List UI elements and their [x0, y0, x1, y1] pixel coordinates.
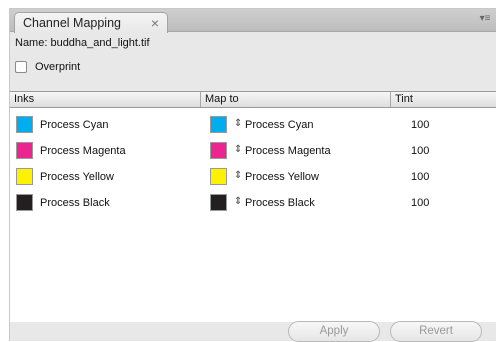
ink-swatch [16, 116, 33, 133]
column-header-map-to[interactable]: Map to [201, 92, 391, 107]
map-to-select[interactable]: Process Magenta [245, 145, 331, 157]
ink-swatch [16, 142, 33, 159]
ink-swatch [16, 194, 33, 211]
overprint-option[interactable]: Overprint [15, 59, 80, 75]
ink-swatch [16, 168, 33, 185]
channel-table: Inks Map to Tint Process Cyan ⇕ Process … [10, 91, 496, 322]
table-row[interactable]: Process Magenta ⇕ Process Magenta 100 [10, 141, 496, 164]
map-to-select[interactable]: Process Yellow [245, 171, 319, 183]
tint-value[interactable]: 100 [411, 145, 429, 157]
map-to-select[interactable]: Process Black [245, 197, 315, 209]
file-name-label: Name: buddha_and_light.tif [15, 37, 150, 49]
tint-value[interactable]: 100 [411, 171, 429, 183]
updown-arrows-icon[interactable]: ⇕ [234, 170, 242, 181]
table-row[interactable]: Process Cyan ⇕ Process Cyan 100 [10, 115, 496, 138]
apply-button[interactable]: Apply [288, 321, 380, 342]
ink-name: Process Magenta [40, 145, 126, 157]
updown-arrows-icon[interactable]: ⇕ [234, 144, 242, 155]
table-row[interactable]: Process Yellow ⇕ Process Yellow 100 [10, 167, 496, 190]
channel-mapping-panel: Channel Mapping × ▾≡ Name: buddha_and_li… [9, 8, 496, 342]
overprint-checkbox[interactable] [15, 61, 27, 73]
ink-name: Process Cyan [40, 119, 109, 131]
map-to-select[interactable]: Process Cyan [245, 119, 313, 131]
overprint-label: Overprint [35, 61, 81, 73]
map-swatch [210, 142, 227, 159]
updown-arrows-icon[interactable]: ⇕ [234, 196, 242, 207]
column-header-inks[interactable]: Inks [10, 92, 201, 107]
tint-value[interactable]: 100 [411, 119, 429, 131]
panel-tab-strip: Channel Mapping × ▾≡ [10, 9, 496, 33]
tab-title: Channel Mapping [23, 16, 121, 30]
map-swatch [210, 116, 227, 133]
map-swatch [210, 168, 227, 185]
revert-button[interactable]: Revert [390, 321, 482, 342]
close-icon[interactable]: × [151, 13, 159, 33]
table-header: Inks Map to Tint [10, 92, 496, 108]
tint-value[interactable]: 100 [411, 197, 429, 209]
panel-menu-icon[interactable]: ▾≡ [478, 13, 492, 25]
ink-name: Process Yellow [40, 171, 114, 183]
ink-name: Process Black [40, 197, 110, 209]
updown-arrows-icon[interactable]: ⇕ [234, 118, 242, 129]
table-row[interactable]: Process Black ⇕ Process Black 100 [10, 193, 496, 216]
map-swatch [210, 194, 227, 211]
tab-channel-mapping[interactable]: Channel Mapping × [14, 12, 168, 33]
column-header-tint[interactable]: Tint [391, 92, 496, 107]
panel-footer: Apply Revert [10, 321, 496, 342]
